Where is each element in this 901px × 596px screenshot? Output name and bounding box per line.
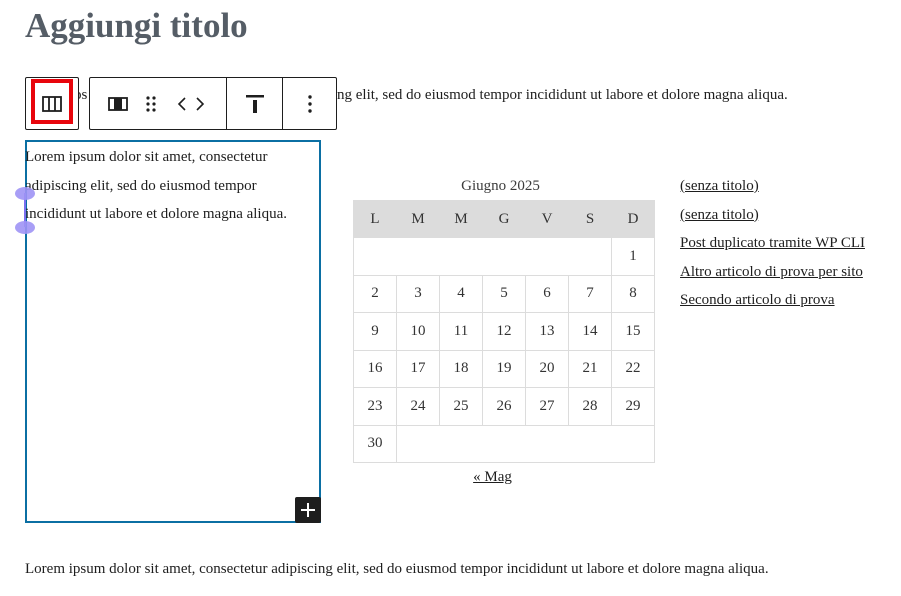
calendar-day: 21 [568,349,612,388]
paragraph-top-visible-right[interactable]: ng elit, sed do eiusmod tempor incididun… [337,85,788,105]
paragraph-bottom[interactable]: Lorem ipsum dolor sit amet, consectetur … [25,559,769,579]
calendar-week: 16 17 18 19 20 21 22 [353,349,655,388]
calendar-day: 18 [439,349,483,388]
calendar-week: 23 24 25 26 27 28 29 [353,387,655,426]
calendar-day: 2 [353,274,397,313]
calendar-empty-cell [353,237,612,276]
align-top-icon[interactable] [227,78,282,129]
calendar-day: 14 [568,312,612,351]
post-list-item: (senza titolo) [680,205,865,234]
calendar-day: 28 [568,387,612,426]
latest-posts-list: (senza titolo) (senza titolo) Post duplica… [680,176,865,319]
calendar-day: 30 [353,424,397,463]
calendar-day: 7 [568,274,612,313]
calendar-day: 15 [611,312,655,351]
calendar-table: LMMGVSD 1 2 3 4 5 6 7 8 9 10 11 12 13 14 15 16 17 18 19 20 2… [353,200,655,463]
resize-handle-bottom[interactable] [15,221,35,234]
calendar-week: 1 [353,237,655,276]
calendar-day: 24 [396,387,440,426]
parent-highlight-box [31,79,73,124]
move-right-icon[interactable] [190,78,210,129]
calendar-day: 5 [482,274,526,313]
calendar-day: 20 [525,349,569,388]
calendar-weekday: V [525,200,569,238]
post-link[interactable]: Altro articolo di prova per sito [680,264,863,280]
block-toolbar [89,77,337,130]
post-link[interactable]: Post duplicato tramite WP CLI [680,235,865,251]
calendar-day: 29 [611,387,655,426]
calendar-day: 11 [439,312,483,351]
calendar-day: 12 [482,312,526,351]
column-paragraph[interactable]: Lorem ipsum dolor sit amet, consectetur … [25,143,315,229]
calendar-day: 9 [353,312,397,351]
calendar-day: 27 [525,387,569,426]
calendar-weekday: M [396,200,440,238]
calendar-day: 10 [396,312,440,351]
calendar-prev-link[interactable]: « Mag [473,469,512,485]
add-block-button[interactable] [295,497,321,523]
calendar-day: 25 [439,387,483,426]
calendar-caption: Giugno 2025 [461,178,540,194]
calendar-day: 6 [525,274,569,313]
post-list-item: (senza titolo) [680,176,865,205]
calendar-weekday: D [611,200,655,238]
calendar-day: 1 [611,237,655,276]
calendar-prev-month: « Mag [353,469,632,486]
more-options-icon[interactable] [283,78,336,129]
calendar-day: 23 [353,387,397,426]
calendar-weekday: G [482,200,526,238]
plus-icon [301,503,315,517]
calendar-weekday: M [439,200,483,238]
calendar-week: 2345678 [353,274,655,313]
post-list-item: Secondo articolo di prova [680,290,865,319]
move-left-icon[interactable] [172,78,192,129]
page-title[interactable]: Aggiungi titolo [25,4,248,48]
calendar-empty-cell [396,424,655,463]
calendar-day: 4 [439,274,483,313]
post-list-item: Altro articolo di prova per sito [680,262,865,291]
post-link[interactable]: Secondo articolo di prova [680,292,835,308]
calendar-day: 13 [525,312,569,351]
calendar-day: 26 [482,387,526,426]
drag-handle-icon[interactable] [138,78,164,129]
calendar-day: 17 [396,349,440,388]
calendar-week: 30 [353,424,655,463]
calendar-week: 9 10 11 12 13 14 15 [353,312,655,351]
calendar-day: 19 [482,349,526,388]
column-icon[interactable] [102,78,134,129]
calendar-day: 8 [611,274,655,313]
post-link[interactable]: (senza titolo) [680,207,759,223]
calendar-day: 22 [611,349,655,388]
calendar-day: 3 [396,274,440,313]
calendar-day: 16 [353,349,397,388]
resize-handle-top[interactable] [15,187,35,200]
post-link[interactable]: (senza titolo) [680,178,759,194]
post-list-item: Post duplicato tramite WP CLI [680,233,865,262]
calendar-weekday: L [353,200,397,238]
calendar-weekday: S [568,200,612,238]
